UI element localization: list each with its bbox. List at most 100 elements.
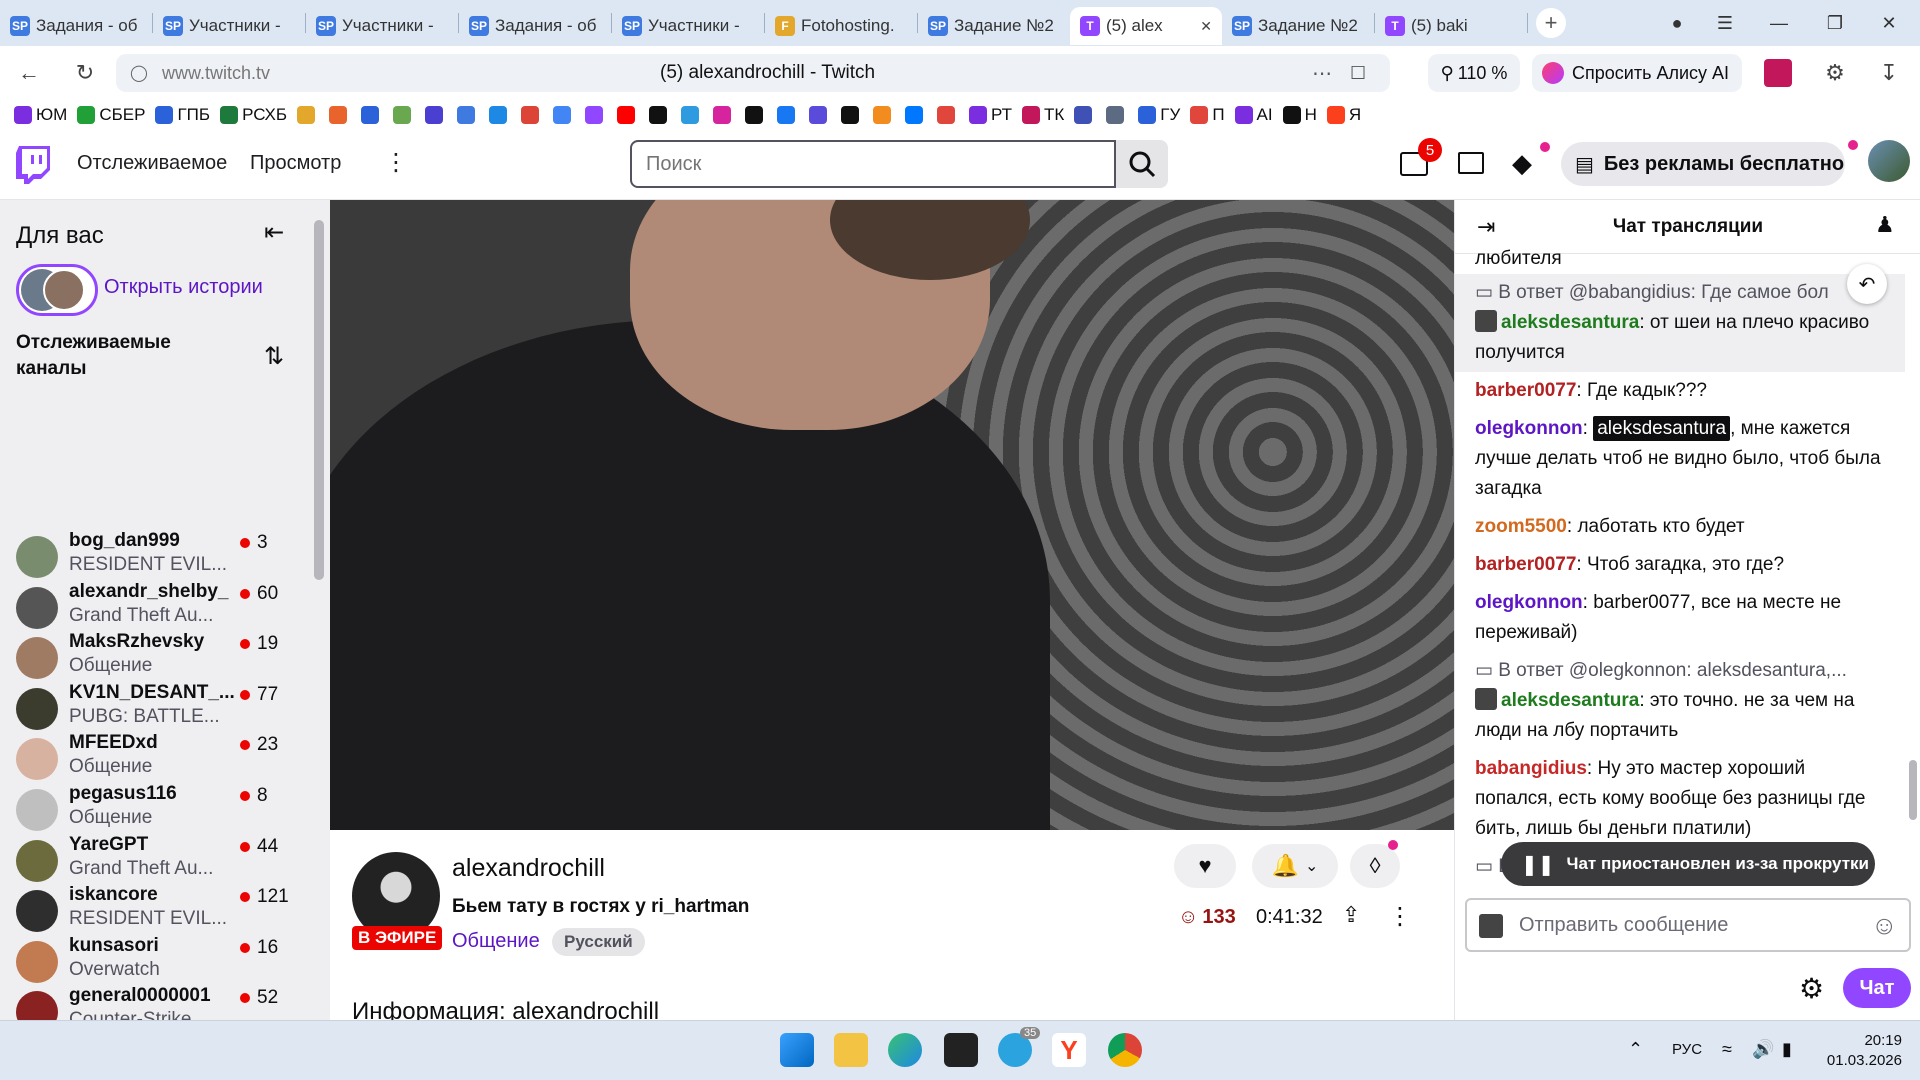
minimize-icon[interactable]: — <box>1756 0 1802 46</box>
chat-send-button[interactable]: Чат <box>1843 968 1911 1008</box>
chat-username[interactable]: barber0077 <box>1475 554 1576 575</box>
bookmark-item[interactable] <box>617 106 639 124</box>
windows-start-icon[interactable] <box>780 1033 814 1067</box>
bookmark-item[interactable] <box>905 106 927 124</box>
chat-message[interactable]: ▭ В ответ @babangidius: Где самое бол ale… <box>1455 274 1905 372</box>
chat-username[interactable]: olegkonnon <box>1475 592 1583 613</box>
bookmark-item[interactable] <box>777 106 799 124</box>
close-window-icon[interactable]: ✕ <box>1866 0 1912 46</box>
yandex-browser-icon[interactable]: Y <box>1052 1033 1086 1067</box>
language-indicator[interactable]: РУС <box>1672 1041 1702 1058</box>
download-icon[interactable]: ↧ <box>1872 56 1906 90</box>
browser-tab[interactable]: SP Задания - об <box>0 7 152 45</box>
bookmark-item[interactable] <box>457 106 479 124</box>
stream-category[interactable]: Общение <box>452 930 540 953</box>
search-button[interactable] <box>1116 140 1168 188</box>
chat-message[interactable]: barber0077: Где кадык??? <box>1455 372 1905 410</box>
stories-avatars[interactable] <box>16 264 98 316</box>
alice-button[interactable]: Спросить Алису AI <box>1532 54 1742 92</box>
chat-message[interactable]: babangidius: Ну это мастер хороший попал… <box>1455 750 1905 848</box>
bookmark-item[interactable] <box>521 106 543 124</box>
bookmark-item[interactable] <box>1106 106 1128 124</box>
channel-name[interactable]: alexandrochill <box>452 854 605 883</box>
bookmark-item[interactable] <box>681 106 703 124</box>
bookmark-item[interactable]: ЮМ <box>14 105 67 125</box>
bookmark-icon[interactable]: ☐ <box>1350 63 1366 84</box>
bookmark-item[interactable] <box>553 106 575 124</box>
twitch-logo-icon[interactable] <box>16 146 50 184</box>
chrome-icon[interactable] <box>1108 1033 1142 1067</box>
chat-username[interactable]: olegkonnon <box>1475 418 1583 439</box>
more-vertical-icon[interactable]: ⋮ <box>1388 902 1412 931</box>
chat-username[interactable]: aleksdesantura <box>1501 690 1639 711</box>
bookmark-item[interactable]: Я <box>1326 105 1361 125</box>
battery-icon[interactable]: ▮ <box>1782 1039 1792 1060</box>
chat-message[interactable]: barber0077: Чтоб загадка, это где? <box>1455 546 1905 584</box>
chat-scrollbar[interactable] <box>1909 760 1917 820</box>
chat-username[interactable]: zoom5500 <box>1475 516 1567 537</box>
bookmark-item[interactable] <box>841 106 863 124</box>
bookmark-item[interactable]: П <box>1190 105 1225 125</box>
bookmark-item[interactable] <box>489 106 511 124</box>
chat-username[interactable]: barber0077 <box>1475 380 1576 401</box>
browser-tab[interactable]: SP Участники - <box>306 7 458 45</box>
browser-tab[interactable]: SP Задание №2 <box>1222 7 1374 45</box>
notifications-button[interactable]: 🔔 ⌄ <box>1252 844 1338 888</box>
follow-button[interactable]: ♥ <box>1174 844 1236 888</box>
subscribe-button[interactable]: ◊ <box>1350 844 1400 888</box>
browser-tab[interactable]: SP Участники - <box>153 7 305 45</box>
stream-tag[interactable]: Русский <box>552 928 645 956</box>
bookmark-item[interactable] <box>713 106 735 124</box>
collapse-sidebar-icon[interactable]: ⇤ <box>264 218 284 247</box>
collections-icon[interactable] <box>1764 59 1792 87</box>
chat-message[interactable]: zoom5500: лаботать кто будет <box>1455 508 1905 546</box>
open-stories-link[interactable]: Открыть истории <box>104 276 263 299</box>
chat-mention[interactable]: aleksdesantura <box>1593 416 1731 441</box>
file-explorer-icon[interactable] <box>834 1033 868 1067</box>
sort-icon[interactable]: ⇅ <box>264 342 284 371</box>
restore-icon[interactable]: ❐ <box>1812 0 1858 46</box>
bookmark-item[interactable]: ТК <box>1022 105 1064 125</box>
bookmark-item[interactable]: ГПБ <box>155 105 210 125</box>
settings-gear-icon[interactable]: ⚙ <box>1799 972 1824 1005</box>
bookmark-item[interactable]: СБЕР <box>77 105 145 125</box>
bookmark-item[interactable] <box>361 106 383 124</box>
no-ads-button[interactable]: ▤ Без рекламы бесплатно <box>1561 142 1845 186</box>
tray-chevron-up-icon[interactable]: ⌃ <box>1628 1039 1643 1060</box>
bookmark-item[interactable]: РТ <box>969 105 1012 125</box>
clock[interactable]: 20:19 01.03.2026 <box>1822 1031 1902 1071</box>
bookmark-item[interactable]: Н <box>1282 105 1317 125</box>
browser-tab[interactable]: SP Участники - <box>612 7 764 45</box>
share-icon[interactable]: ⇪ <box>1342 902 1360 928</box>
bookmark-item[interactable] <box>585 106 607 124</box>
bookmark-item[interactable] <box>809 106 831 124</box>
browser-tab[interactable]: T (5) baki <box>1375 7 1527 45</box>
emote-icon[interactable]: ☺ <box>1871 910 1898 941</box>
users-icon[interactable]: ♟ <box>1875 212 1895 238</box>
menu-icon[interactable]: ☰ <box>1702 0 1748 46</box>
bookmark-item[interactable] <box>873 106 895 124</box>
bookmark-item[interactable]: ГУ <box>1138 105 1180 125</box>
bookmark-item[interactable] <box>1074 106 1096 124</box>
browser-tab[interactable]: T (5) alex ✕ <box>1070 7 1222 45</box>
browser-tab[interactable]: SP Задания - об <box>459 7 611 45</box>
address-bar[interactable]: ◯ www.twitch.tv (5) alexandrochill - Twi… <box>116 54 1390 92</box>
back-icon[interactable]: ← <box>12 56 46 90</box>
app-icon[interactable] <box>944 1033 978 1067</box>
browser-tab[interactable]: SP Задание №2 <box>918 7 1070 45</box>
chat-input[interactable]: Отправить сообщение ☺ <box>1465 898 1911 952</box>
search-input[interactable] <box>630 140 1116 188</box>
bookmark-item[interactable] <box>393 106 415 124</box>
chat-message[interactable]: olegkonnon: barber0077, все на месте не … <box>1455 584 1905 652</box>
video-player[interactable] <box>330 200 1454 830</box>
reply-icon[interactable]: ↶ <box>1847 264 1887 304</box>
user-avatar[interactable] <box>1868 140 1910 182</box>
more-vertical-icon[interactable]: ⋮ <box>384 148 408 177</box>
profile-icon[interactable]: ● <box>1654 0 1700 46</box>
chat-username[interactable]: aleksdesantura <box>1501 312 1639 333</box>
nav-browse[interactable]: Просмотр <box>250 152 341 175</box>
bookmark-item[interactable] <box>297 106 319 124</box>
sidebar-scrollbar[interactable] <box>314 220 324 580</box>
bookmark-item[interactable]: РСХБ <box>220 105 287 125</box>
more-icon[interactable]: ⋯ <box>1312 61 1332 86</box>
